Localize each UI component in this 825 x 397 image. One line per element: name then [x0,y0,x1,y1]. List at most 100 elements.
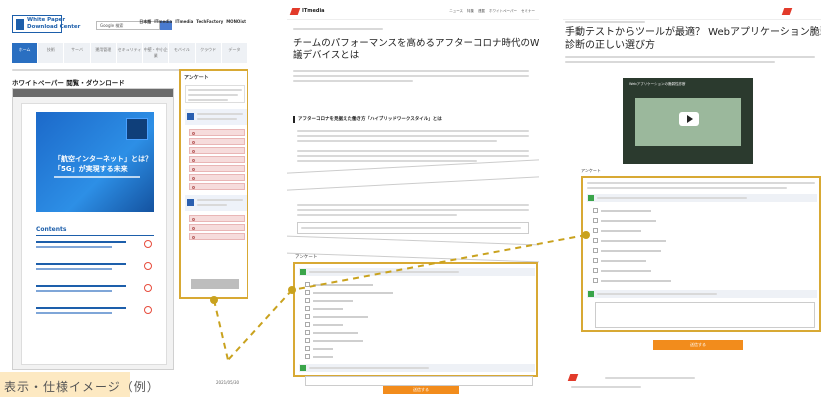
survey-option[interactable] [189,165,245,172]
survey-option[interactable] [593,208,689,213]
video-article-screenshot: 手動テストからツールが最適？ Webアプリケーション脆弱性 診断の正しい選び方 … [563,4,821,394]
pdf-toolbar[interactable] [13,89,173,97]
survey-option[interactable] [305,354,401,359]
survey-option[interactable] [189,138,245,145]
survey-option[interactable] [593,228,689,233]
survey-option[interactable] [189,174,245,181]
nav-tab[interactable]: クラウド [196,43,222,63]
nav-tab[interactable]: モバイル [169,43,196,63]
category-nav: ホーム 技術 サーバ 運用管理 セキュリティ 中堅・中小企業 モバイル クラウド… [12,43,248,63]
survey-option[interactable] [305,314,401,319]
survey-option[interactable] [305,338,401,343]
brand-logo[interactable] [781,8,813,15]
survey-option[interactable] [189,215,245,222]
partner-logo[interactable]: TechFactory [196,19,223,29]
survey-sidebar: アンケート [179,69,248,299]
survey-option[interactable] [593,218,689,223]
logo-line2: Download Center [27,24,81,30]
survey-option[interactable] [189,233,245,240]
partner-logo[interactable]: MONOist [226,19,246,29]
partner-logo[interactable]: ITmedia [175,19,193,29]
article-title: チームのパフォーマンスを高めるアフターコロナ時代のWeb会 議デバイスとは [293,38,539,61]
article-title: 手動テストからツールが最適？ Webアプリケーション脆弱性 診断の正しい選び方 [565,27,821,51]
survey-heading: アンケート [295,255,318,260]
survey-question [185,195,247,211]
header-menu: ニュース 特集 連載 ホワイトペーパー セミナー [449,9,535,14]
survey-option[interactable] [189,147,245,154]
survey-option[interactable] [593,238,689,243]
whitepaper-site-screenshot: White Paper Download Center Google 検索 日本… [6,5,248,397]
contents-item [36,284,154,302]
page-footer [567,372,815,392]
survey-option[interactable] [305,330,401,335]
survey-text-field[interactable] [595,302,815,328]
submit-button[interactable]: 送信する [383,386,459,394]
brand-logo[interactable]: ITmedia [289,8,325,15]
nav-tab[interactable]: 技術 [38,43,65,63]
nav-tab[interactable]: データ [222,43,248,63]
play-icon[interactable] [679,112,699,126]
torn-edge [287,159,539,191]
survey-option[interactable] [593,248,689,253]
partner-logos: 日本語 ITmedia ITmedia TechFactory MONOist [139,19,246,29]
survey-intro [185,85,245,103]
contents-item [36,240,154,258]
survey-option[interactable] [593,268,689,273]
survey-question [587,194,817,202]
contents-heading: Contents [36,226,154,236]
contents-list: Contents [36,226,154,346]
screenshot-stage: White Paper Download Center Google 検索 日本… [0,0,825,397]
partner-logo[interactable]: ITmedia [154,19,172,29]
logo-line1: White Paper [27,17,66,23]
survey-option[interactable] [189,224,245,231]
pdf-viewer[interactable]: 「航空インターネット」とは？ 「5G」が実現する未来 Contents [12,88,174,370]
nav-tab[interactable]: 中堅・中小企業 [143,43,170,63]
nav-tab[interactable]: 運用管理 [91,43,117,63]
survey-form [581,176,821,332]
article-page-screenshot: ITmedia ニュース 特集 連載 ホワイトペーパー セミナー チームのパフォ… [287,4,539,394]
survey-option[interactable] [305,298,401,303]
survey-option[interactable] [189,129,245,136]
survey-option[interactable] [305,346,401,351]
menu-item[interactable]: ホワイトペーパー [489,9,517,14]
survey-submit-button[interactable] [191,279,239,289]
whitepaper-logo[interactable]: White Paper Download Center [12,15,80,33]
nav-tab[interactable]: セキュリティ [117,43,144,63]
document-icon [16,19,24,30]
survey-option[interactable] [189,156,245,163]
survey-heading: アンケート [581,168,601,173]
survey-option[interactable] [593,258,689,263]
menu-item[interactable]: 連載 [478,9,485,14]
submit-button[interactable]: 送信する [653,340,743,350]
page-title: ホワイトペーパー 閲覧・ダウンロード [12,79,125,87]
survey-question [185,109,247,125]
nav-tab[interactable]: ホーム [12,43,39,63]
cover-logo [126,118,148,140]
menu-item[interactable]: ニュース [449,9,463,14]
survey-heading: アンケート [184,75,209,81]
contents-item [36,262,154,280]
survey-question [299,364,535,372]
survey-option[interactable] [305,306,401,311]
site-header: ITmedia ニュース 特集 連載 ホワイトペーパー セミナー [287,4,539,20]
partner-logo[interactable]: 日本語 [139,19,151,29]
survey-option[interactable] [593,278,689,283]
menu-item[interactable]: 特集 [467,9,474,14]
footer-logo [567,374,599,381]
notice-box [297,222,529,234]
contents-item [36,306,154,324]
video-player[interactable]: Webアプリケーションの脆弱性診断 [623,78,753,164]
survey-option[interactable] [305,322,401,327]
survey-option[interactable] [305,290,401,295]
callout-box: 表示・仕様イメージ（例） [0,372,159,397]
survey-option[interactable] [305,282,401,287]
survey-option[interactable] [189,183,245,190]
survey-text-field[interactable] [305,376,533,386]
nav-tab[interactable]: サーバ [64,43,91,63]
video-caption: Webアプリケーションの脆弱性診断 [629,82,686,86]
cover-subtitle: 「5G」が実現する未来 [54,165,128,173]
site-header [563,4,821,20]
cover-title: 「航空インターネット」とは？ [54,155,152,163]
menu-item[interactable]: セミナー [521,9,535,14]
survey-form [293,262,538,377]
